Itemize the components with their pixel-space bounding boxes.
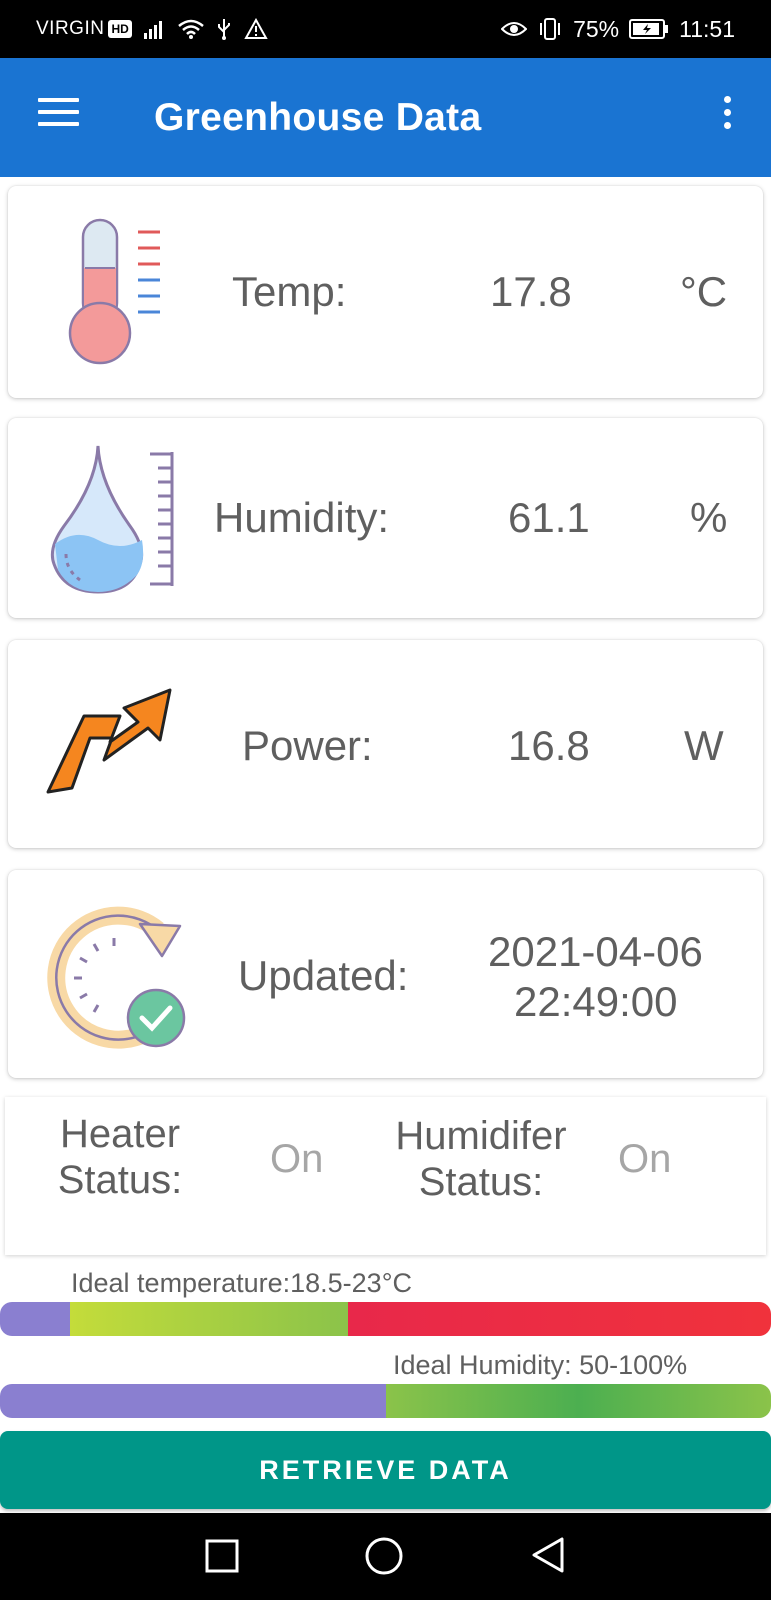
temp-range-low: [0, 1302, 70, 1336]
temp-label: Temp:: [232, 268, 347, 315]
humidifier-label-line1: Humidifer: [395, 1114, 567, 1158]
usb-icon: [216, 18, 232, 40]
app-bar: Greenhouse Data: [0, 58, 771, 177]
app-title: Greenhouse Data: [154, 96, 482, 139]
humidifier-status-value: On: [618, 1137, 672, 1181]
thermometer-icon: [66, 218, 166, 373]
humidity-value: 61.1: [508, 494, 590, 541]
clock: 11:51: [679, 15, 735, 42]
humidity-card: Humidity: 61.1 %: [8, 418, 763, 618]
eye-icon: [501, 19, 528, 39]
power-value: 16.8: [508, 722, 590, 769]
status-left: VIRGIN HD: [36, 0, 268, 58]
signal-icon: [143, 19, 166, 39]
wifi-icon: [177, 19, 204, 39]
power-label: Power:: [242, 722, 373, 769]
retrieve-data-button[interactable]: RETRIEVE DATA: [0, 1431, 771, 1509]
battery-charging-icon: [629, 18, 669, 40]
heater-label-line1: Heater: [59, 1112, 181, 1156]
heater-status-value: On: [270, 1137, 324, 1181]
menu-icon[interactable]: [38, 98, 82, 134]
more-options-icon[interactable]: [715, 96, 739, 136]
water-drop-icon: [46, 444, 186, 599]
humidity-range-ideal: [386, 1384, 771, 1418]
heater-status-label: Heater Status:: [45, 1111, 195, 1203]
vibrate-icon: [537, 17, 563, 41]
temp-range-high: [348, 1302, 771, 1336]
humidity-label: Humidity:: [214, 494, 390, 541]
carrier-name: VIRGIN: [36, 18, 105, 39]
hd-badge: HD: [108, 20, 132, 38]
humidity-range-low: [0, 1384, 386, 1418]
temp-card: Temp: 17.8 °C: [8, 186, 763, 398]
status-bar: VIRGIN HD 75% 11:51: [0, 0, 771, 58]
updated-time: 22:49:00: [514, 978, 678, 1025]
humidity-range-bar: [0, 1384, 771, 1418]
temp-range-ideal: [70, 1302, 348, 1336]
recent-apps-square-icon[interactable]: [204, 1535, 240, 1580]
humidifier-label-line2: Status:: [418, 1160, 544, 1204]
power-card: Power: 16.8 W: [8, 640, 763, 848]
temp-unit: °C: [680, 268, 728, 315]
temp-value: 17.8: [490, 268, 572, 315]
heater-label-line2: Status:: [57, 1158, 183, 1202]
updated-card: Updated: 2021-04-06 22:49:00: [8, 870, 763, 1078]
battery-percent: 75%: [573, 15, 620, 42]
updated-date: 2021-04-06: [488, 928, 703, 975]
navigation-bar: [0, 1513, 771, 1600]
refresh-check-icon: [44, 906, 194, 1061]
updated-label: Updated:: [238, 952, 409, 999]
warning-icon: [244, 18, 268, 40]
temperature-range-bar: [0, 1302, 771, 1336]
status-right: 75% 11:51: [501, 0, 735, 58]
power-arrow-icon: [46, 676, 176, 801]
humidity-unit: %: [690, 494, 728, 541]
ideal-temperature-label: Ideal temperature:18.5-23°C: [71, 1268, 412, 1298]
back-triangle-icon[interactable]: [530, 1535, 566, 1580]
device-status-card: Heater Status: On Humidifer Status: On: [5, 1097, 766, 1255]
power-unit: W: [684, 722, 724, 769]
ideal-humidity-label: Ideal Humidity: 50-100%: [393, 1350, 688, 1380]
home-circle-icon[interactable]: [364, 1535, 404, 1580]
humidifier-status-label: Humidifer Status:: [381, 1113, 581, 1205]
